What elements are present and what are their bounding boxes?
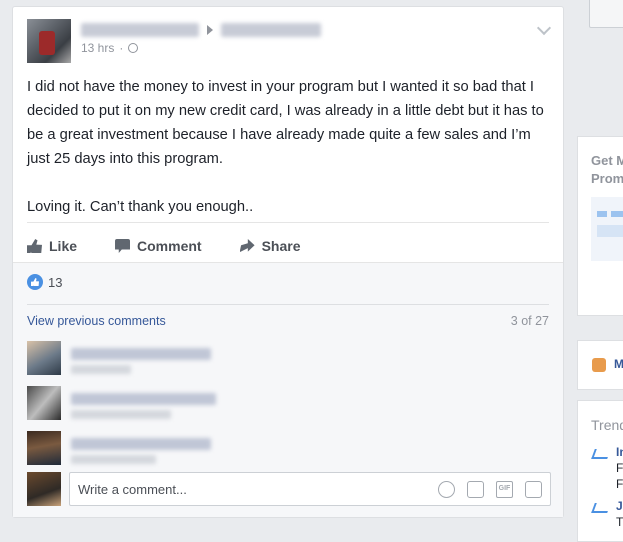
post-paragraph: I did not have the money to invest in yo… bbox=[27, 79, 544, 167]
feedback-area: 13 View previous comments 3 of 27 Write … bbox=[13, 262, 563, 517]
comment-input[interactable]: Write a comment... GIF bbox=[69, 472, 551, 506]
composer-icons: GIF bbox=[438, 481, 542, 498]
reactions-summary[interactable]: 13 bbox=[27, 274, 62, 290]
commenter-avatar[interactable] bbox=[27, 341, 61, 375]
view-previous-comments-link[interactable]: View previous comments bbox=[27, 314, 166, 328]
gift-icon bbox=[592, 358, 606, 372]
sticker-icon[interactable] bbox=[525, 481, 542, 498]
commenter-name-blurred[interactable] bbox=[71, 348, 211, 360]
like-reaction-icon bbox=[27, 274, 43, 290]
group-name-blurred[interactable] bbox=[221, 23, 321, 37]
globe-icon bbox=[128, 43, 139, 53]
comment-placeholder: Write a comment... bbox=[78, 482, 187, 497]
trending-item-link[interactable]: J bbox=[616, 499, 623, 513]
post-header: 13 hrs · bbox=[27, 19, 552, 67]
gif-icon[interactable]: GIF bbox=[496, 481, 513, 498]
comment-meta-blurred bbox=[71, 410, 171, 419]
comment-meta-blurred bbox=[71, 365, 131, 374]
trending-arrow-icon bbox=[591, 503, 611, 513]
post-text: I did not have the money to invest in yo… bbox=[27, 75, 549, 219]
comment-button[interactable]: Comment bbox=[115, 238, 202, 254]
comment-meta-blurred bbox=[71, 455, 156, 464]
promo-title: Get M bbox=[591, 153, 623, 168]
post-actions: Like Comment Share bbox=[27, 229, 301, 263]
trending-item-subtext: T bbox=[616, 515, 623, 529]
post-card: 13 hrs · I did not have the money to inv… bbox=[12, 6, 564, 518]
reactions-count: 13 bbox=[48, 274, 63, 290]
post-meta: 13 hrs · bbox=[81, 41, 139, 55]
camera-icon[interactable] bbox=[467, 481, 484, 498]
arrow-right-icon bbox=[207, 25, 213, 35]
thumbs-up-icon bbox=[27, 239, 42, 253]
commenter-avatar[interactable] bbox=[27, 431, 61, 465]
comment-composer: Write a comment... GIF bbox=[27, 472, 551, 508]
trending-arrow-icon bbox=[591, 449, 611, 459]
shortcut-box: M bbox=[577, 340, 623, 390]
trending-item-subtext: F bbox=[616, 477, 623, 491]
commenter-avatar[interactable] bbox=[27, 386, 61, 420]
comment-icon bbox=[115, 239, 131, 253]
share-button[interactable]: Share bbox=[239, 238, 301, 254]
current-user-avatar bbox=[27, 472, 61, 506]
right-sidebar: Get M Prom M Trend In F F J T bbox=[577, 0, 623, 542]
author-avatar[interactable] bbox=[27, 19, 71, 63]
promo-box: Get M Prom bbox=[577, 136, 623, 316]
like-button[interactable]: Like bbox=[27, 238, 77, 254]
shortcut-link[interactable]: M bbox=[614, 357, 623, 371]
trending-item-link[interactable]: In bbox=[616, 445, 623, 459]
comments-count: 3 of 27 bbox=[510, 314, 549, 328]
promo-subtitle: Prom bbox=[591, 171, 623, 186]
post-paragraph: Loving it. Can’t thank you enough.. bbox=[27, 199, 254, 215]
trending-title: Trend bbox=[591, 417, 623, 433]
sidebar-top-button[interactable] bbox=[589, 0, 623, 28]
trending-item-subtext: F bbox=[616, 461, 623, 475]
commenter-name-blurred[interactable] bbox=[71, 438, 211, 450]
divider bbox=[27, 304, 549, 305]
post-time[interactable]: 13 hrs bbox=[81, 41, 114, 55]
share-icon bbox=[239, 239, 255, 253]
author-line bbox=[81, 21, 321, 39]
commenter-name-blurred[interactable] bbox=[71, 393, 216, 405]
emoji-icon[interactable] bbox=[438, 481, 455, 498]
author-name-blurred[interactable] bbox=[81, 23, 199, 37]
divider bbox=[27, 222, 549, 223]
chevron-down-icon[interactable] bbox=[536, 20, 552, 36]
promo-image[interactable] bbox=[591, 197, 623, 261]
trending-box: Trend In F F J T bbox=[577, 400, 623, 542]
